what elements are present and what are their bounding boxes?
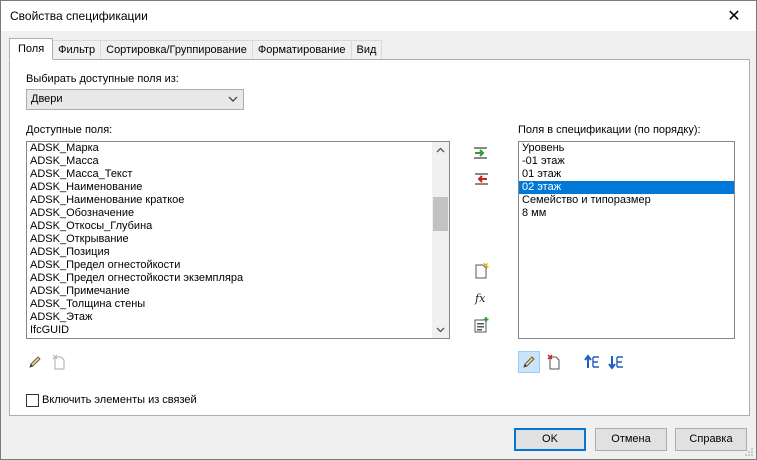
fields-tab-panel: Выбирать доступные поля из: Двери Доступ… bbox=[9, 59, 750, 416]
available-field-item[interactable]: ADSK_Позиция bbox=[27, 246, 449, 259]
scheduled-field-item[interactable]: Семейство и типоразмер bbox=[519, 194, 734, 207]
chevron-down-icon bbox=[228, 96, 238, 102]
available-fields-list[interactable]: ADSK_Марка ADSK_Масса ADSK_Масса_Текст ADSK… bbox=[26, 141, 450, 339]
available-fields-label: Доступные поля: bbox=[26, 124, 113, 136]
combine-parameters-icon bbox=[474, 317, 489, 333]
available-field-item[interactable]: IfcGUID bbox=[27, 324, 449, 337]
title-bar: Свойства спецификации ✕ bbox=[1, 1, 756, 31]
combine-parameters-button[interactable] bbox=[470, 314, 492, 336]
include-links-label: Включить элементы из связей bbox=[42, 394, 197, 406]
scheduled-fields-items: Уровень -01 этаж 01 этаж 02 этаж Семейство и… bbox=[519, 142, 734, 220]
tab-fields[interactable]: Поля bbox=[9, 38, 54, 60]
available-field-item[interactable]: ADSK_Масса bbox=[27, 155, 449, 168]
available-field-item[interactable]: ADSK_Этаж bbox=[27, 311, 449, 324]
tab-strip: Поля Фильтр Сортировка/Группирование Фор… bbox=[9, 38, 383, 60]
close-icon: ✕ bbox=[727, 8, 741, 25]
chevron-down-icon bbox=[436, 327, 445, 333]
available-field-item[interactable]: ADSK_Наименование bbox=[27, 181, 449, 194]
window-title: Свойства спецификации bbox=[10, 9, 148, 23]
source-label: Выбирать доступные поля из: bbox=[26, 73, 179, 85]
pencil-icon bbox=[523, 356, 535, 368]
delete-document-icon bbox=[52, 354, 65, 370]
tab-sorting-grouping[interactable]: Сортировка/Группирование bbox=[100, 40, 253, 60]
available-field-item[interactable]: ADSK_Наименование краткое bbox=[27, 194, 449, 207]
formula-fx-icon: fx bbox=[474, 292, 486, 305]
svg-text:fx: fx bbox=[474, 292, 486, 305]
new-parameter-button[interactable] bbox=[470, 260, 492, 282]
scheduled-field-item[interactable]: 8 мм bbox=[519, 207, 734, 220]
edit-parameter-button[interactable] bbox=[24, 351, 46, 373]
tab-appearance[interactable]: Вид bbox=[350, 40, 383, 60]
chevron-up-icon bbox=[436, 147, 445, 153]
delete-parameter-button[interactable] bbox=[48, 351, 70, 373]
add-calculated-parameter-button[interactable]: fx bbox=[470, 287, 492, 309]
scheduled-fields-label: Поля в спецификации (по порядку): bbox=[518, 124, 701, 136]
available-field-item[interactable]: ADSK_Обозначение bbox=[27, 207, 449, 220]
cancel-button[interactable]: Отмена bbox=[595, 428, 667, 451]
scheduled-fields-list[interactable]: Уровень -01 этаж 01 этаж 02 этаж Семейство и… bbox=[518, 141, 735, 339]
scheduled-field-item[interactable]: 02 этаж bbox=[519, 181, 734, 194]
scroll-down-button[interactable] bbox=[432, 321, 449, 338]
scheduled-field-item[interactable]: -01 этаж bbox=[519, 155, 734, 168]
resize-grip-icon[interactable] bbox=[744, 447, 754, 457]
available-field-item[interactable]: ADSK_Масса_Текст bbox=[27, 168, 449, 181]
available-field-item[interactable]: ADSK_Марка bbox=[27, 142, 449, 155]
move-down-icon bbox=[608, 356, 623, 370]
available-field-item[interactable]: ADSK_Предел огнестойкости экземпляра bbox=[27, 272, 449, 285]
new-document-icon bbox=[475, 262, 490, 279]
scroll-thumb[interactable] bbox=[433, 197, 448, 232]
move-up-icon bbox=[584, 354, 599, 368]
tab-formatting[interactable]: Форматирование bbox=[251, 40, 352, 60]
available-fields-scrollbar[interactable] bbox=[432, 142, 449, 338]
edit-scheduled-parameter-button[interactable] bbox=[518, 351, 540, 373]
remove-parameter-button[interactable] bbox=[470, 168, 492, 190]
move-down-button[interactable] bbox=[605, 351, 627, 373]
available-field-item[interactable]: ADSK_Предел огнестойкости bbox=[27, 259, 449, 272]
scheduled-field-item[interactable]: Уровень bbox=[519, 142, 734, 155]
available-fields-items: ADSK_Марка ADSK_Масса ADSK_Масса_Текст ADSK… bbox=[27, 142, 449, 337]
close-button[interactable]: ✕ bbox=[712, 1, 756, 31]
available-field-item[interactable]: ADSK_Откосы_Глубина bbox=[27, 220, 449, 233]
help-button[interactable]: Справка bbox=[675, 428, 747, 451]
tab-filter[interactable]: Фильтр bbox=[52, 40, 102, 60]
category-select[interactable]: Двери bbox=[26, 89, 244, 110]
scheduled-field-item[interactable]: 01 этаж bbox=[519, 168, 734, 181]
available-field-item[interactable]: ADSK_Открывание bbox=[27, 233, 449, 246]
include-links-checkbox[interactable] bbox=[26, 394, 39, 407]
delete-document-icon bbox=[547, 354, 560, 370]
add-field-arrow-icon bbox=[474, 147, 487, 159]
remove-field-arrow-icon bbox=[475, 173, 488, 185]
add-parameter-button[interactable] bbox=[470, 142, 492, 164]
available-field-item[interactable]: ADSK_Примечание bbox=[27, 285, 449, 298]
ok-button[interactable]: OK bbox=[514, 428, 586, 451]
schedule-properties-dialog: Свойства спецификации ✕ Поля Фильтр Сорт… bbox=[0, 0, 757, 460]
pencil-icon bbox=[29, 356, 41, 368]
delete-scheduled-parameter-button[interactable] bbox=[543, 351, 565, 373]
available-field-item[interactable]: ADSK_Толщина стены bbox=[27, 298, 449, 311]
category-select-value: Двери bbox=[31, 93, 63, 105]
move-up-button[interactable] bbox=[581, 351, 603, 373]
scroll-up-button[interactable] bbox=[432, 142, 449, 159]
